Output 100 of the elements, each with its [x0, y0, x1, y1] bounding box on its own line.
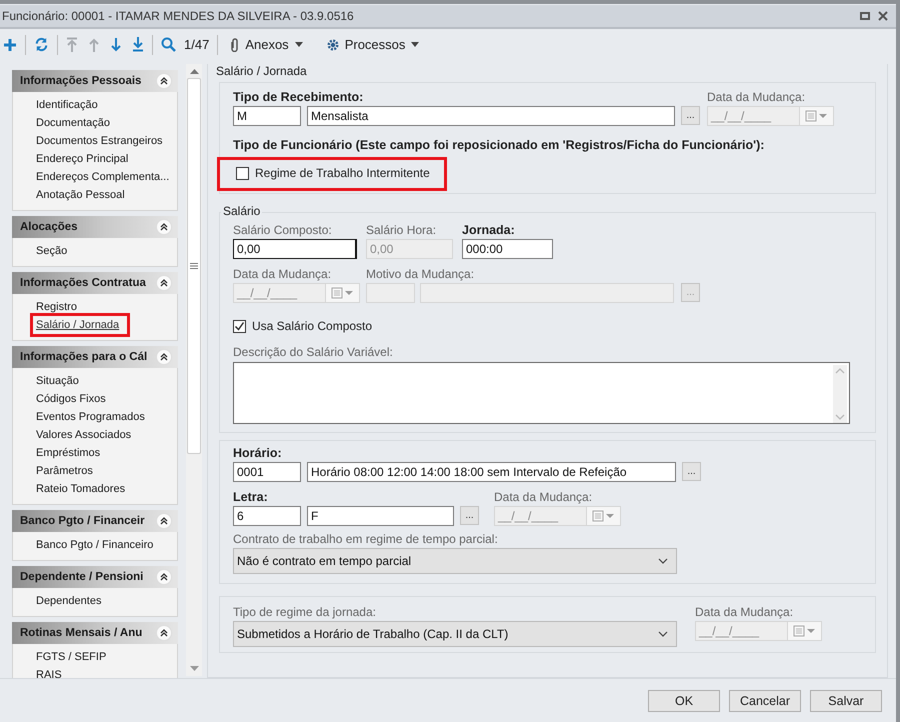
section-header[interactable]: Informações para o Cál — [12, 346, 178, 368]
sidebar-link[interactable]: Registro — [13, 298, 77, 316]
chevron-down-icon — [658, 558, 668, 564]
code-field[interactable]: M — [233, 106, 301, 126]
field-label: Contrato de trabalho em regime de tempo parcial: — [233, 532, 498, 547]
dialog-button[interactable]: OK — [648, 690, 720, 712]
sidebar-link[interactable]: Endereços Complementa... — [13, 168, 170, 186]
section-title: Informações Contratua — [20, 277, 146, 289]
attachments-menu[interactable]: Anexos — [226, 37, 307, 52]
scrollbar-track[interactable] — [186, 64, 202, 676]
caret-icon — [294, 42, 303, 47]
section-title: Dependente / Pensioni — [20, 571, 144, 583]
collapse-icon[interactable] — [156, 349, 172, 365]
section-header[interactable]: Informações Pessoais — [12, 70, 178, 92]
lookup-button[interactable]: ... — [681, 106, 700, 125]
sidebar-link[interactable]: Códigos Fixos — [13, 390, 106, 408]
field-label: Salário Composto: — [233, 223, 332, 238]
description-field[interactable]: Horário 08:00 12:00 14:00 18:00 sem Intervalo de Refeição — [307, 462, 676, 482]
section-header[interactable]: Banco Pgto / Financeir — [12, 510, 178, 532]
checkbox[interactable] — [236, 166, 249, 180]
collapse-icon[interactable] — [156, 513, 172, 529]
sidebar-link[interactable]: Anotação Pessoal — [13, 186, 125, 204]
gear-icon — [326, 38, 339, 50]
reason-code-field[interactable] — [366, 283, 415, 303]
collapse-icon[interactable] — [156, 625, 172, 641]
refresh-icon[interactable] — [34, 37, 49, 52]
window-title: Funcionário: 00001 - ITAMAR MENDES DA SILVEIRA - 03.9.0516 — [2, 9, 354, 23]
record-counter: 1/47 — [184, 37, 210, 52]
section-title: Informações Pessoais — [20, 75, 142, 87]
calendar-dropdown-icon[interactable] — [800, 106, 834, 126]
scrollbar[interactable] — [833, 365, 847, 423]
sidebar-link[interactable]: FGTS / SEFIP — [13, 648, 106, 666]
field-label: Descrição do Salário Variável: — [233, 345, 393, 360]
description-field[interactable]: Mensalista — [307, 106, 675, 126]
scroll-up-icon[interactable] — [190, 68, 198, 74]
collapse-icon[interactable] — [156, 73, 172, 89]
field-label: Jornada: — [462, 223, 515, 238]
section-header[interactable]: Alocações — [12, 216, 178, 238]
calendar-dropdown-icon[interactable] — [587, 506, 621, 526]
sidebar-link[interactable]: RAIS — [13, 666, 62, 678]
sidebar-link[interactable]: Documentação — [13, 114, 110, 132]
calendar-dropdown-icon[interactable] — [326, 283, 360, 303]
field-label: Data da Mudança: — [695, 605, 794, 620]
maximize-icon[interactable] — [860, 12, 870, 20]
sidebar-link[interactable]: Endereço Principal — [13, 150, 128, 168]
search-icon[interactable] — [161, 37, 176, 52]
sidebar-link[interactable]: Identificação — [13, 96, 98, 114]
sidebar-link[interactable]: Eventos Programados — [13, 408, 145, 426]
group-title: Salário / Jornada — [216, 64, 308, 78]
calendar-dropdown-icon[interactable] — [788, 621, 822, 641]
section-title: Banco Pgto / Financeir — [20, 515, 145, 527]
code-field[interactable]: 0001 — [233, 462, 301, 482]
collapse-icon[interactable] — [156, 219, 172, 235]
field-label: Tipo de Funcionário (Este campo foi reposicionado em 'Registros/Ficha do Funcionário'): — [233, 138, 764, 153]
dropdown[interactable]: Submetidos a Horário de Trabalho (Cap. II da CLT) — [233, 621, 677, 647]
checkbox-label: Regime de Trabalho Intermitente — [255, 166, 430, 180]
paperclip-icon — [230, 38, 240, 52]
sidebar-link[interactable]: Situação — [13, 372, 79, 390]
section-title: Alocações — [20, 221, 78, 233]
description-field[interactable]: F — [307, 506, 454, 526]
collapse-icon[interactable] — [156, 275, 172, 291]
code-field[interactable]: 6 — [233, 506, 301, 526]
field-label: Horário: — [233, 446, 282, 461]
section-header[interactable]: Rotinas Mensais / Anu — [12, 622, 178, 644]
sidebar-link[interactable]: Parâmetros — [13, 462, 93, 480]
dropdown[interactable]: Não é contrato em tempo parcial — [233, 548, 677, 574]
collapse-icon[interactable] — [156, 569, 172, 585]
caret-icon — [411, 42, 420, 47]
field-label: Tipo de Recebimento: — [233, 90, 364, 105]
section-header[interactable]: Informações Contratua — [12, 272, 178, 294]
last-record-icon[interactable] — [132, 37, 144, 52]
text-area[interactable] — [233, 362, 850, 424]
lookup-button[interactable]: ... — [682, 462, 701, 481]
sidebar-link[interactable]: Salário / Jornada — [33, 316, 128, 334]
group-title: Salário — [221, 204, 262, 218]
field-label: Letra: — [233, 490, 268, 505]
add-icon[interactable] — [3, 38, 17, 52]
close-icon[interactable] — [878, 11, 888, 21]
sidebar-link[interactable]: Valores Associados — [13, 426, 132, 444]
workday-field[interactable]: 000:00 — [462, 239, 553, 259]
checkbox[interactable] — [233, 320, 246, 332]
field-label: Data da Mudança: — [707, 90, 806, 105]
dialog-button[interactable]: Salvar — [810, 690, 882, 712]
grip-icon — [190, 263, 198, 269]
reason-field[interactable] — [420, 283, 674, 303]
salary-field[interactable]: 0,00 — [233, 239, 357, 259]
section-title: Rotinas Mensais / Anu — [20, 627, 142, 639]
chevron-down-icon — [658, 631, 668, 637]
checkbox-label: Usa Salário Composto — [252, 319, 372, 333]
sidebar-link[interactable]: Rateio Tomadores — [13, 480, 126, 498]
down-arrow-icon[interactable] — [110, 38, 122, 52]
section-header[interactable]: Dependente / Pensioni — [12, 566, 178, 588]
lookup-button[interactable]: ... — [460, 506, 479, 525]
field-label: Motivo da Mudança: — [366, 267, 474, 282]
processes-menu[interactable]: Processos — [322, 37, 424, 52]
sidebar-link[interactable]: Documentos Estrangeiros — [13, 132, 163, 150]
dialog-button[interactable]: Cancelar — [729, 690, 801, 712]
sidebar-link[interactable]: Empréstimos — [13, 444, 100, 462]
scrollbar-thumb[interactable] — [187, 78, 201, 454]
scroll-down-icon[interactable] — [190, 666, 198, 672]
